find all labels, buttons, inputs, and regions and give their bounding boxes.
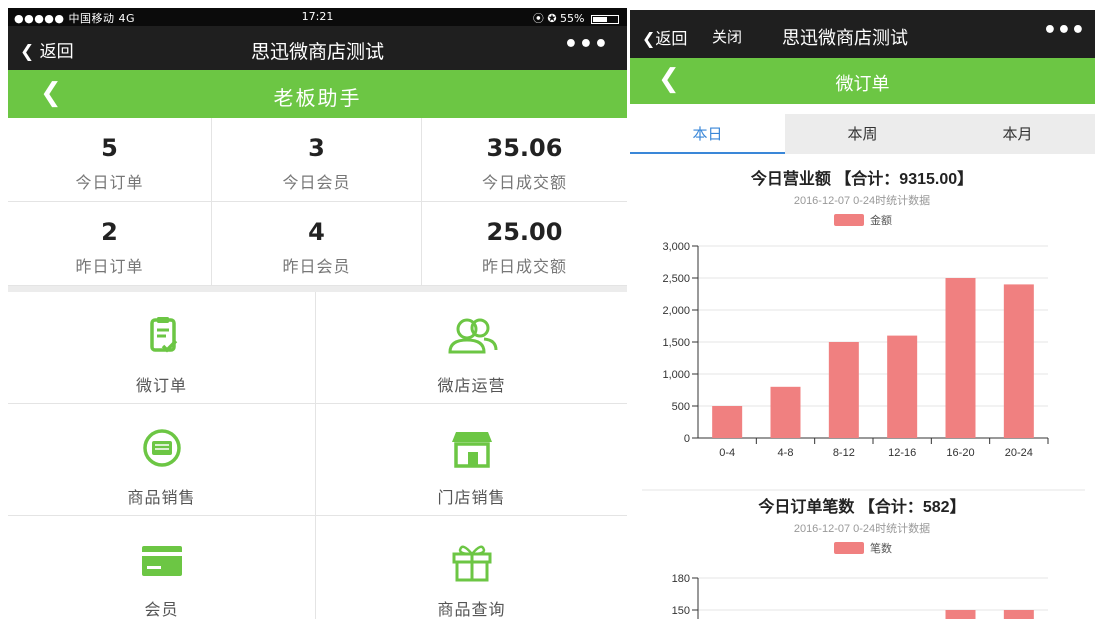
- chart1-bar: [945, 278, 976, 438]
- left-screen: ●●●●● 中国移动 4G 17:21 ⦿ ✪ 55% ❮ 返回 思迅微商店测试…: [8, 8, 627, 619]
- right-screen: ❮返回 关闭 思迅微商店测试 ••• ❮ 微订单 本日 本周 本月 今日营业额 …: [630, 10, 1095, 619]
- chart1-xtick-label: 0-4: [719, 447, 735, 459]
- period-tabs: 本日 本周 本月: [630, 114, 1095, 154]
- card-icon: [141, 546, 182, 576]
- app-title: 思迅微商店测试: [782, 28, 908, 49]
- chart1-bar: [770, 386, 801, 438]
- chart1-xtick-label: 16-20: [946, 447, 974, 459]
- stat-label: 今日成交额: [481, 172, 567, 192]
- coin-icon: [142, 429, 181, 467]
- chart1-bar: [712, 406, 743, 438]
- menu-item-label: 微订单: [135, 376, 187, 395]
- chart1-bar: [887, 335, 918, 438]
- wechat-navbar: ❮返回 关闭 思迅微商店测试 •••: [630, 10, 1095, 58]
- menu-item-micro-orders[interactable]: 微订单: [8, 292, 316, 404]
- menu-item-product-search[interactable]: 商品查询: [316, 516, 627, 619]
- back-button[interactable]: ❮返回: [642, 25, 687, 49]
- store-icon: [451, 432, 492, 468]
- stat-label: 昨日成交额: [481, 256, 567, 276]
- status-bar: ●●●●● 中国移动 4G 17:21 ⦿ ✪ 55%: [8, 8, 627, 26]
- menu-item-label: 商品销售: [127, 488, 196, 507]
- wechat-navbar: ❮ 返回 思迅微商店测试 •••: [8, 26, 627, 70]
- chart1-ytick-label: 1,000: [662, 369, 690, 381]
- chart1-title: 今日营业额 【合计：9315.00】: [750, 169, 973, 188]
- menu-item-members[interactable]: 会员: [8, 516, 316, 619]
- gift-icon: [452, 545, 491, 582]
- menu-item-shop-operations[interactable]: 微店运营: [316, 292, 627, 404]
- stat-value: 5: [101, 134, 118, 162]
- stat-label: 昨日订单: [75, 256, 144, 276]
- chart1-subtitle: 2016-12-07 0-24时统计数据: [794, 193, 930, 207]
- stat-today-orders[interactable]: 5 今日订单: [8, 118, 212, 202]
- chart1-bar: [828, 342, 859, 438]
- chart1-legend-label: 金额: [870, 213, 892, 227]
- more-menu-button[interactable]: •••: [564, 32, 609, 57]
- chart2-title: 今日订单笔数 【合计：582】: [757, 497, 965, 516]
- page-title: 微订单: [835, 74, 890, 95]
- stat-label: 今日会员: [282, 172, 351, 192]
- stat-yesterday-sales[interactable]: 25.00 昨日成交额: [422, 202, 627, 286]
- stat-value: 35.06: [486, 134, 563, 162]
- chart2-bar: [945, 610, 976, 619]
- stat-value: 4: [308, 218, 325, 246]
- chart1-ytick-label: 2,500: [662, 273, 690, 285]
- page-header: ❮ 微订单: [630, 58, 1095, 104]
- battery-icon: [591, 14, 619, 24]
- chart2-subtitle: 2016-12-07 0-24时统计数据: [794, 521, 930, 535]
- chart2-bar: [1003, 610, 1034, 619]
- chart1-ytick-label: 3,000: [662, 241, 690, 253]
- chart2-ytick-label: 150: [672, 605, 690, 617]
- close-button[interactable]: 关闭: [712, 26, 742, 47]
- chart1-ytick-label: 2,000: [662, 305, 690, 317]
- stat-label: 昨日会员: [282, 256, 351, 276]
- chart1-bar: [1003, 284, 1034, 438]
- stat-yesterday-orders[interactable]: 2 昨日订单: [8, 202, 212, 286]
- chart1-ytick-label: 0: [684, 433, 690, 445]
- stat-value: 2: [101, 218, 118, 246]
- stat-label: 今日订单: [75, 172, 144, 192]
- stat-today-members[interactable]: 3 今日会员: [212, 118, 422, 202]
- menu-item-label: 门店销售: [437, 488, 506, 507]
- chart1-xtick-label: 20-24: [1005, 447, 1033, 459]
- chart1-ytick-label: 1,500: [662, 337, 690, 349]
- app-title: 思迅微商店测试: [250, 41, 384, 63]
- stat-value: 25.00: [486, 218, 563, 246]
- menu-item-label: 微店运营: [437, 376, 506, 395]
- chart1-legend-swatch: [834, 214, 864, 226]
- menu-item-label: 会员: [144, 600, 179, 619]
- users-icon: [447, 318, 497, 354]
- chart1-xtick-label: 12-16: [888, 447, 916, 459]
- clipboard-check-icon: [149, 317, 177, 353]
- stat-today-sales[interactable]: 35.06 今日成交额: [422, 118, 627, 202]
- charts-area: 今日营业额 【合计：9315.00】2016-12-07 0-24时统计数据金额…: [642, 169, 1085, 619]
- chart1-xtick-label: 8-12: [833, 447, 855, 459]
- tab-this-week[interactable]: 本周: [785, 114, 940, 154]
- more-menu-button[interactable]: •••: [1043, 18, 1085, 43]
- page-header: ❮ 老板助手: [8, 70, 627, 118]
- tab-today[interactable]: 本日: [630, 114, 785, 154]
- menu-item-product-sales[interactable]: 商品销售: [8, 404, 316, 516]
- stats-grid: 5 今日订单 3 今日会员 35.06 今日成交额 2 昨日订单 4 昨日会员 25.00…: [8, 118, 627, 286]
- chart2-legend-label: 笔数: [870, 541, 892, 555]
- battery-text: ⦿ ✪ 55%: [532, 12, 585, 25]
- menu-item-label: 商品查询: [437, 600, 506, 619]
- menu-item-store-sales[interactable]: 门店销售: [316, 404, 627, 516]
- page-title: 老板助手: [273, 86, 362, 110]
- chart1-ytick-label: 500: [672, 401, 690, 413]
- battery-indicator: ⦿ ✪ 55%: [533, 10, 619, 26]
- stat-value: 3: [308, 134, 325, 162]
- chart1-xtick-label: 4-8: [778, 447, 794, 459]
- chart2-legend-swatch: [834, 542, 864, 554]
- tab-this-month[interactable]: 本月: [940, 114, 1095, 154]
- function-menu: 微订单 微店运营 商品销售 门店销售 会员 商品查询: [8, 292, 627, 619]
- chart2-ytick-label: 180: [672, 573, 690, 585]
- stat-yesterday-members[interactable]: 4 昨日会员: [212, 202, 422, 286]
